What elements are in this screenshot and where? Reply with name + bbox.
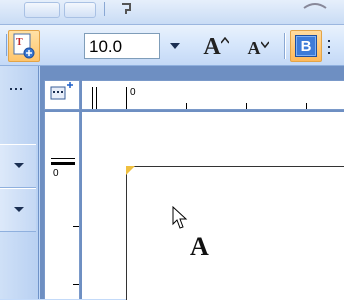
toolbar-button-partial[interactable] [24,2,60,18]
toolbar-button-partial[interactable] [64,2,96,18]
objects-task-pane [0,66,39,299]
horizontal-ruler[interactable]: 0 [82,80,344,110]
mouse-pointer-icon [172,206,188,229]
ruler-origin-label: 0 [130,87,136,98]
pane-tab[interactable] [0,188,36,232]
ruler-marker[interactable] [51,158,75,159]
toolbar-icon-partial[interactable] [300,2,330,14]
caret-down-icon [260,41,269,49]
font-size-input[interactable]: 10.0 [84,33,160,59]
toolbar-separator [284,33,286,59]
ruler-origin-tick [126,87,127,109]
ruler-tick [306,103,307,109]
ruler-guides-icon [50,82,73,100]
vertical-ruler[interactable]: 0 [44,112,80,299]
bold-label: B [295,35,317,57]
page-text[interactable]: A [190,232,209,262]
chevron-down-icon [170,43,180,49]
ruler-tick [186,103,187,109]
ruler-tick [246,103,247,109]
ruler-tick [73,226,79,227]
ruler-corner-button[interactable] [44,80,80,110]
grow-font-label: A [203,34,221,60]
text-box-button[interactable]: T [8,30,40,62]
publication-page[interactable] [126,166,344,300]
font-size-dropdown-button[interactable] [160,33,190,59]
chevron-down-icon [14,163,24,168]
ruler-origin-label: 0 [53,168,59,179]
caret-up-icon [220,37,229,44]
grow-font-button[interactable]: A [196,31,236,61]
format-painter-icon[interactable] [120,2,140,14]
toolbar-separator [104,2,105,16]
page-corner-marker [126,166,135,175]
ruler-marker[interactable] [92,87,93,109]
ruler-marker[interactable] [96,87,97,109]
svg-text:T: T [16,37,23,48]
text-box-icon: T [13,33,35,59]
ruler-tick [73,284,79,285]
toolbar-grip[interactable] [0,34,7,56]
shrink-font-button[interactable]: A [240,31,276,61]
toolbar-overflow-icon[interactable] [326,38,344,58]
pane-tab[interactable] [0,144,36,188]
bold-button[interactable]: B [290,30,322,62]
ruler-marker[interactable] [51,162,75,165]
chevron-down-icon [14,207,24,212]
shrink-font-label: A [247,38,261,58]
pane-grip-icon[interactable] [10,88,28,92]
standard-toolbar [0,0,344,25]
